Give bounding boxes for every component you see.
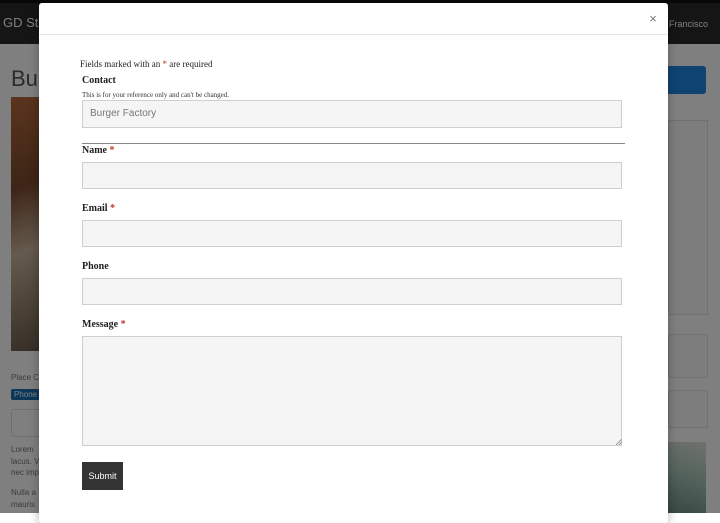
email-label: Email * (82, 203, 115, 214)
required-note-suffix: are required (169, 59, 213, 69)
message-label-text: Message (82, 319, 119, 330)
form-divider (82, 143, 625, 144)
required-star: * (162, 59, 168, 69)
email-input[interactable] (82, 220, 622, 247)
phone-input[interactable] (82, 278, 622, 305)
required-note: Fields marked with an * are required (80, 59, 212, 69)
close-icon[interactable]: × (645, 11, 661, 27)
required-note-prefix: Fields marked with an (80, 59, 161, 69)
resize-handle-icon[interactable] (616, 439, 622, 445)
contact-field: Burger Factory (82, 100, 622, 128)
message-textarea[interactable] (82, 336, 622, 446)
required-star: * (109, 145, 115, 156)
contact-help-text: This is for your reference only and can'… (82, 91, 230, 99)
phone-label-text: Phone (82, 261, 109, 272)
modal-header: × (39, 3, 668, 35)
message-label: Message * (82, 319, 126, 330)
submit-button[interactable]: Submit (82, 462, 123, 490)
contact-label: Contact (82, 75, 116, 86)
email-label-text: Email (82, 203, 108, 214)
required-star: * (110, 203, 116, 214)
required-star: * (120, 319, 126, 330)
phone-label: Phone (82, 261, 109, 272)
contact-modal: × Fields marked with an * are required C… (39, 3, 668, 523)
name-label-text: Name (82, 145, 107, 156)
name-label: Name * (82, 145, 115, 156)
name-input[interactable] (82, 162, 622, 189)
